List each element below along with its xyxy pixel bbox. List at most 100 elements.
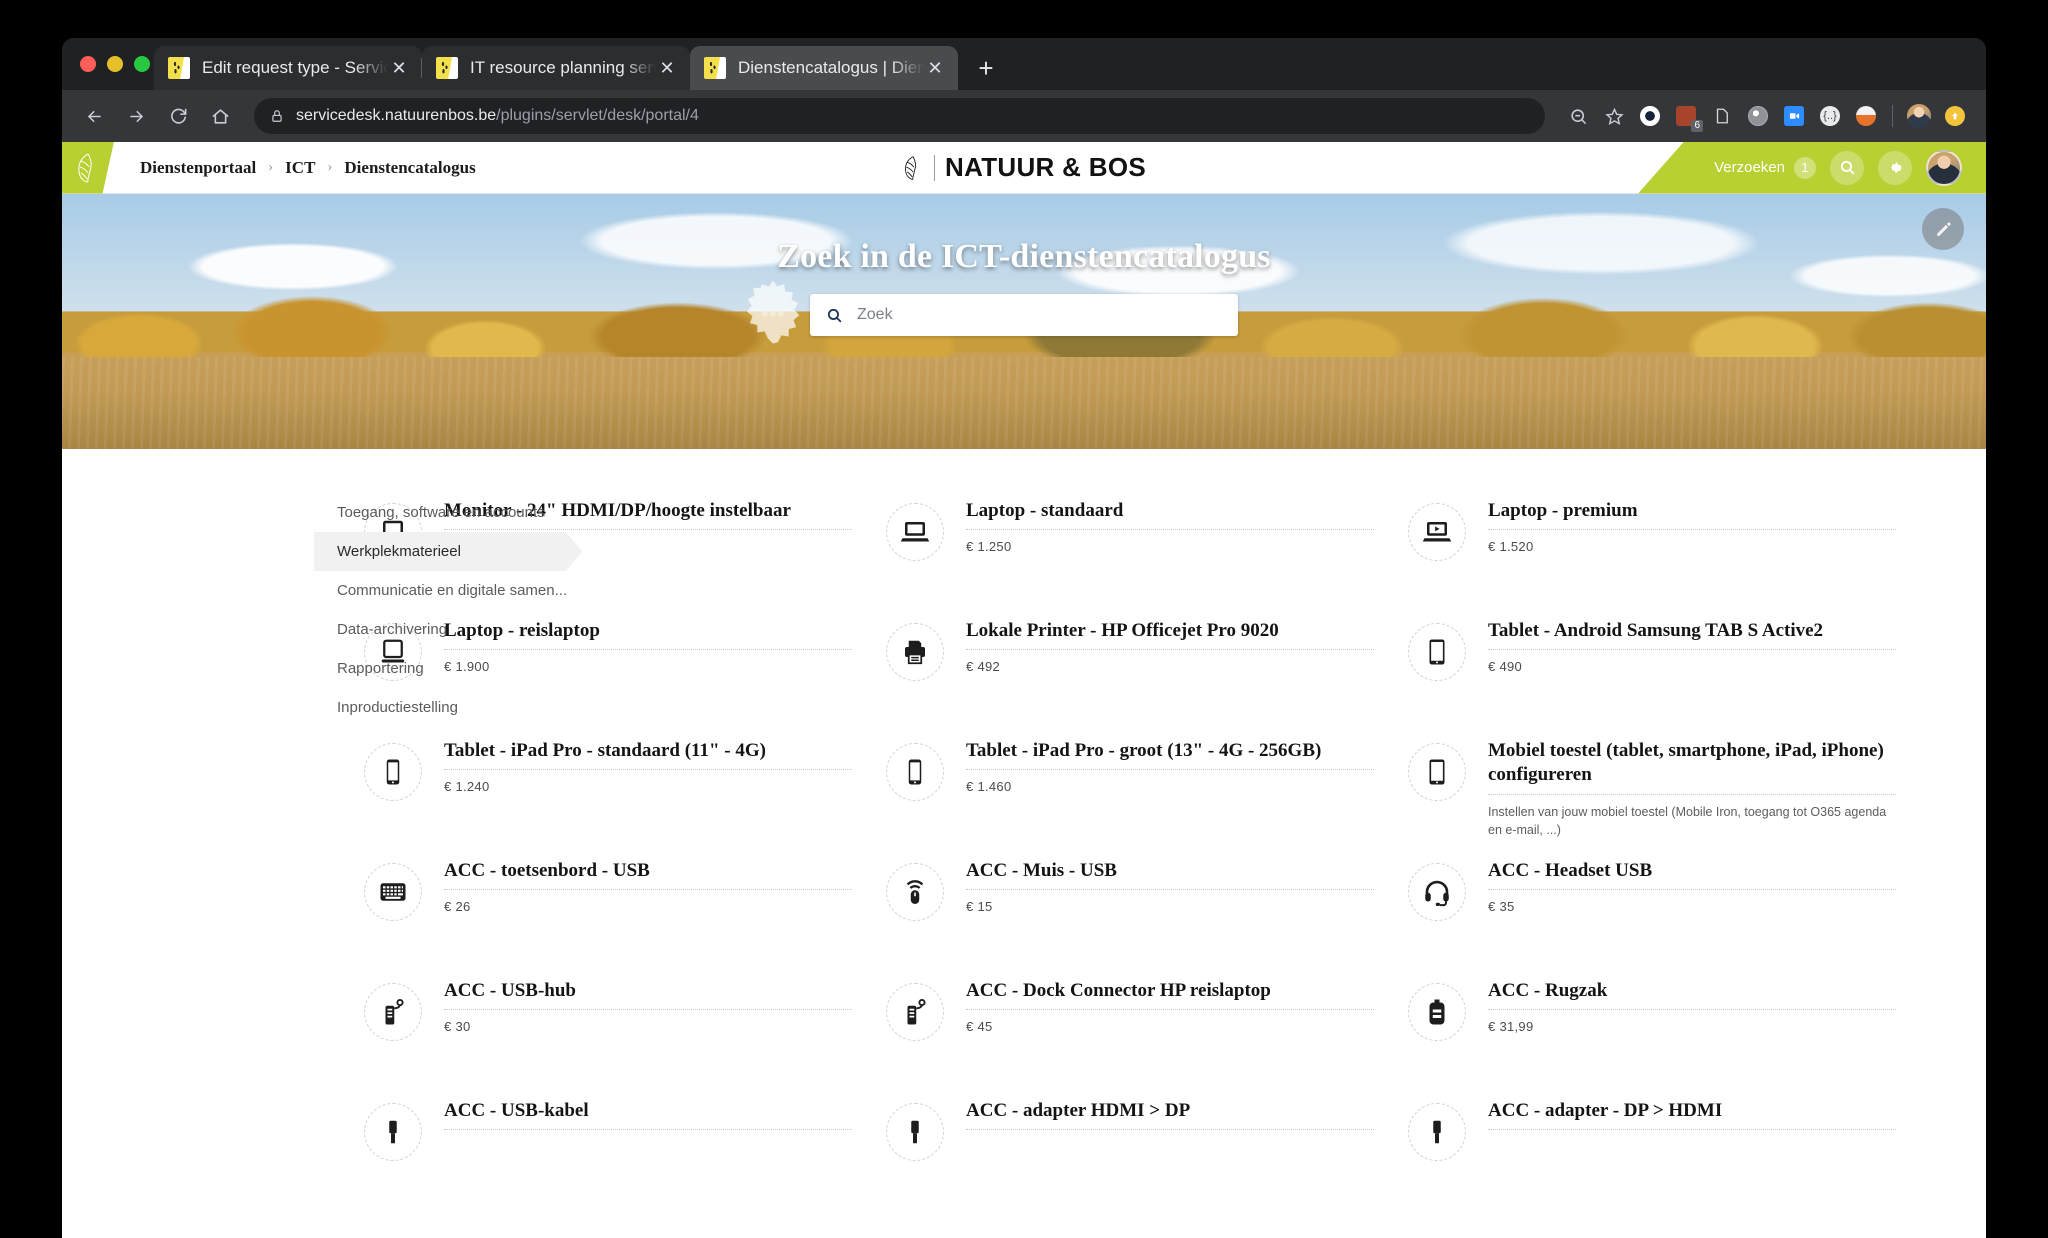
catalog-item-title[interactable]: Laptop - standaard [966, 499, 1374, 530]
edit-banner-button[interactable] [1922, 208, 1964, 250]
catalog-item-body: ACC - USB-hub€ 30 [444, 979, 852, 1071]
catalog-item-price: € 35 [1488, 899, 1896, 914]
catalog-item-title[interactable]: Tablet - iPad Pro - groot (13" - 4G - 25… [966, 739, 1374, 770]
catalog-item-card[interactable]: ACC - USB-hub€ 30 [364, 973, 886, 1093]
catalog-item-card[interactable]: Laptop - premium€ 1.520 [1408, 493, 1930, 613]
catalog-search-box[interactable] [810, 294, 1238, 336]
catalog-item-body: ACC - Dock Connector HP reislaptop€ 45 [966, 979, 1374, 1071]
leaf-logo-icon [75, 152, 101, 184]
breadcrumb-item-dienstencatalogus[interactable]: Dienstencatalogus [344, 158, 475, 178]
site-logo-tile[interactable] [62, 142, 114, 194]
catalog-item-body: ACC - adapter HDMI > DP [966, 1099, 1374, 1191]
usb-cable-icon [886, 1103, 944, 1161]
catalog-item-card[interactable]: ACC - Headset USB € 35 [1408, 853, 1930, 973]
update-button[interactable] [1938, 99, 1972, 133]
catalog-item-card[interactable]: Tablet - Android Samsung TAB S Active2€ … [1408, 613, 1930, 733]
browser-tab-3[interactable]: Dienstencatalogus | Dienstenpo ✕ [690, 46, 958, 90]
page-viewport: Dienstenportaal › ICT › Dienstencatalogu… [62, 142, 1986, 1238]
catalog-item-title[interactable]: ACC - adapter HDMI > DP [966, 1099, 1374, 1130]
zoom-out-icon[interactable] [1561, 99, 1595, 133]
breadcrumb-item-ict[interactable]: ICT [285, 158, 315, 178]
catalog-item-title[interactable]: ACC - toetsenbord - USB [444, 859, 852, 890]
sidebar-item-label: Werkplekmaterieel [332, 543, 461, 560]
toolbar-divider [1892, 105, 1893, 127]
forward-icon[interactable] [118, 98, 154, 134]
extension-icon-2[interactable]: 6 [1669, 99, 1703, 133]
catalog-item-body: Tablet - Android Samsung TAB S Active2€ … [1488, 619, 1896, 711]
catalog-item-title[interactable]: Mobiel toestel (tablet, smartphone, iPad… [1488, 739, 1896, 795]
requests-link[interactable]: Verzoeken 1 [1714, 157, 1816, 179]
smartphone-icon [364, 743, 422, 801]
address-bar[interactable]: servicedesk.natuurenbos.be/plugins/servl… [254, 98, 1545, 134]
breadcrumb: Dienstenportaal › ICT › Dienstencatalogu… [140, 158, 476, 178]
catalog-item-body: Lokale Printer - HP Officejet Pro 9020€ … [966, 619, 1374, 711]
bookmark-star-icon[interactable] [1597, 99, 1631, 133]
minimize-window-button[interactable] [107, 56, 123, 72]
sidebar-item-communicatie-en-digitale-samenwerking[interactable]: Communicatie en digitale samen... [332, 571, 564, 610]
extension-icon-4[interactable] [1741, 99, 1775, 133]
catalog-item-title[interactable]: Tablet - Android Samsung TAB S Active2 [1488, 619, 1896, 650]
gear-icon[interactable] [1878, 151, 1912, 185]
extension-icon-6[interactable] [1849, 99, 1883, 133]
catalog-item-title[interactable]: ACC - adapter - DP > HDMI [1488, 1099, 1896, 1130]
catalog-item-card[interactable]: ACC - toetsenbord - USB€ 26 [364, 853, 886, 973]
back-icon[interactable] [76, 98, 112, 134]
close-tab-icon[interactable]: ✕ [388, 57, 410, 79]
search-icon[interactable] [1830, 151, 1864, 185]
catalog-item-title[interactable]: ACC - USB-hub [444, 979, 852, 1010]
printer-icon [886, 623, 944, 681]
hero-banner: Zoek in de ICT-dienstencatalogus [62, 194, 1986, 449]
backpack-icon [1408, 983, 1466, 1041]
catalog-item-card[interactable]: Lokale Printer - HP Officejet Pro 9020€ … [886, 613, 1408, 733]
browser-tab-2[interactable]: IT resource planning service de ✕ [422, 46, 690, 90]
extension-icon-3[interactable] [1705, 99, 1739, 133]
catalog-item-title[interactable]: ACC - Headset USB [1488, 859, 1896, 890]
sidebar-item-werkplekmaterieel[interactable]: Werkplekmaterieel [332, 532, 564, 571]
tablet-icon [1408, 743, 1466, 801]
search-input[interactable] [857, 306, 1222, 324]
breadcrumb-item-dienstenportaal[interactable]: Dienstenportaal [140, 158, 256, 178]
sidebar-item-toegang-software-en-accounts[interactable]: Toegang, software en accounts [332, 493, 564, 532]
catalog-item-card[interactable]: Tablet - iPad Pro - groot (13" - 4G - 25… [886, 733, 1408, 853]
requests-count-badge: 1 [1794, 157, 1816, 179]
home-icon[interactable] [202, 98, 238, 134]
browser-tab-1[interactable]: Edit request type - Service Des ✕ [154, 46, 422, 90]
catalog-item-card[interactable]: Tablet - iPad Pro - standaard (11" - 4G)… [364, 733, 886, 853]
catalog-item-body: ACC - toetsenbord - USB€ 26 [444, 859, 852, 951]
sidebar-item-inproductiestelling[interactable]: Inproductiestelling [332, 688, 564, 727]
extension-icon-1[interactable] [1633, 99, 1667, 133]
close-tab-icon[interactable]: ✕ [924, 57, 946, 79]
catalog-item-title[interactable]: Laptop - premium [1488, 499, 1896, 530]
catalog-item-card[interactable]: Mobiel toestel (tablet, smartphone, iPad… [1408, 733, 1930, 853]
maximize-window-button[interactable] [134, 56, 150, 72]
favicon-icon [704, 57, 726, 79]
catalog-item-title[interactable]: Lokale Printer - HP Officejet Pro 9020 [966, 619, 1374, 650]
close-window-button[interactable] [80, 56, 96, 72]
close-tab-icon[interactable]: ✕ [656, 57, 678, 79]
catalog-item-title[interactable]: ACC - Rugzak [1488, 979, 1896, 1010]
catalog-item-title[interactable]: Tablet - iPad Pro - standaard (11" - 4G) [444, 739, 852, 770]
catalog-item-card[interactable]: ACC - Rugzak€ 31,99 [1408, 973, 1930, 1093]
browser-window: Edit request type - Service Des ✕ IT res… [62, 38, 1986, 1238]
catalog-item-title[interactable]: ACC - USB-kabel [444, 1099, 852, 1130]
catalog-item-card[interactable]: ACC - USB-kabel [364, 1093, 886, 1213]
catalog-item-card[interactable]: ACC - adapter HDMI > DP [886, 1093, 1408, 1213]
profile-avatar[interactable] [1902, 99, 1936, 133]
catalog-item-body: ACC - Rugzak€ 31,99 [1488, 979, 1896, 1071]
catalog-item-card[interactable]: Laptop - standaard€ 1.250 [886, 493, 1408, 613]
sidebar-item-rapportering[interactable]: Rapportering [332, 649, 564, 688]
catalog-item-card[interactable]: ACC - adapter - DP > HDMI [1408, 1093, 1930, 1213]
catalog-item-title[interactable]: ACC - Dock Connector HP reislaptop [966, 979, 1374, 1010]
extension-icon-zoom[interactable] [1777, 99, 1811, 133]
reload-icon[interactable] [160, 98, 196, 134]
headset-icon [1408, 863, 1466, 921]
header-actions: Verzoeken 1 [1638, 142, 1986, 194]
extension-icon-5[interactable]: {..} [1813, 99, 1847, 133]
user-avatar[interactable] [1926, 150, 1962, 186]
catalog-item-card[interactable]: ACC - Muis - USB€ 15 [886, 853, 1408, 973]
catalog-item-card[interactable]: ACC - Dock Connector HP reislaptop€ 45 [886, 973, 1408, 1093]
new-tab-button[interactable]: + [964, 46, 1008, 90]
site-header: Dienstenportaal › ICT › Dienstencatalogu… [62, 142, 1986, 194]
catalog-item-title[interactable]: ACC - Muis - USB [966, 859, 1374, 890]
sidebar-item-data-archivering[interactable]: Data-archivering [332, 610, 564, 649]
